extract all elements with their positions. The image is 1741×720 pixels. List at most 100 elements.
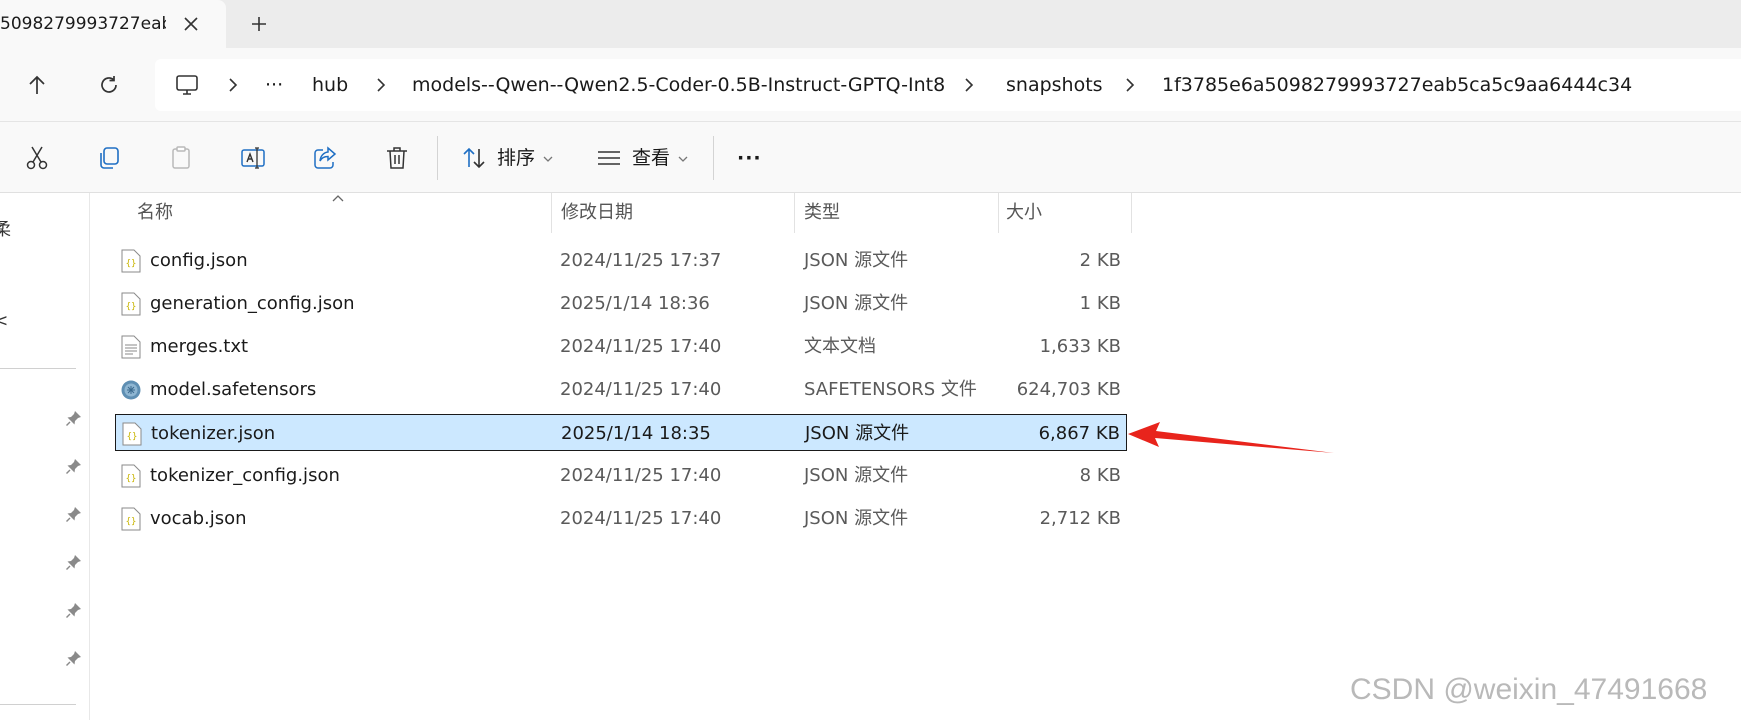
- column-header-size[interactable]: 大小: [1006, 193, 1042, 233]
- file-size: 8 KB: [1079, 465, 1121, 486]
- cut-icon[interactable]: [24, 145, 50, 171]
- file-type: JSON 源文件: [804, 293, 909, 314]
- pin-icon[interactable]: [65, 409, 83, 427]
- file-modified: 2025/1/14 18:36: [560, 293, 710, 314]
- file-type: JSON 源文件: [805, 423, 910, 444]
- share-icon[interactable]: [312, 145, 338, 171]
- json-file-icon: {}: [121, 292, 141, 316]
- file-name: config.json: [150, 250, 248, 271]
- toolbar-divider: [713, 136, 714, 180]
- rename-icon[interactable]: [240, 145, 266, 171]
- chevron-right-icon[interactable]: [1122, 77, 1138, 93]
- file-size: 6,867 KB: [1038, 423, 1120, 444]
- file-modified: 2024/11/25 17:40: [560, 379, 722, 400]
- svg-text:{}: {}: [126, 302, 137, 312]
- svg-text:{}: {}: [126, 474, 137, 484]
- column-divider[interactable]: [551, 193, 552, 233]
- delete-icon[interactable]: [384, 145, 410, 171]
- view-list-icon[interactable]: [596, 145, 622, 171]
- file-name: tokenizer.json: [151, 423, 276, 444]
- file-type: JSON 源文件: [804, 508, 909, 529]
- chevron-right-icon[interactable]: [225, 77, 241, 93]
- file-type: JSON 源文件: [804, 250, 909, 271]
- file-name: tokenizer_config.json: [150, 465, 340, 486]
- pin-icon[interactable]: [65, 505, 83, 523]
- file-name: generation_config.json: [150, 293, 355, 314]
- nav-divider: [0, 368, 76, 369]
- file-size: 1,633 KB: [1039, 336, 1121, 357]
- column-header-type[interactable]: 类型: [804, 193, 840, 233]
- svg-text:{}: {}: [126, 259, 137, 269]
- json-file-icon: {}: [121, 464, 141, 488]
- svg-text:{}: {}: [126, 517, 137, 527]
- breadcrumb-hub[interactable]: hub: [312, 73, 348, 97]
- text-file-icon: [121, 335, 141, 359]
- tab-title: 5098279993727eab5: [0, 14, 166, 34]
- sort-button[interactable]: 排序: [497, 145, 535, 171]
- column-divider[interactable]: [1131, 193, 1132, 233]
- column-divider[interactable]: [998, 193, 999, 233]
- file-modified: 2024/11/25 17:37: [560, 250, 722, 271]
- column-header-name[interactable]: 名称: [137, 193, 173, 233]
- chevron-down-icon[interactable]: [543, 156, 553, 162]
- file-name: vocab.json: [150, 508, 247, 529]
- file-type: 文本文档: [804, 336, 876, 357]
- navigation-pane: 柔 <: [0, 193, 90, 720]
- file-row[interactable]: {} tokenizer_config.json 2024/11/25 17:4…: [115, 457, 1127, 494]
- nav-item-fragment[interactable]: <: [0, 311, 8, 331]
- chevron-down-icon[interactable]: [678, 156, 688, 162]
- pin-icon[interactable]: [65, 649, 83, 667]
- column-divider[interactable]: [794, 193, 795, 233]
- svg-text:{}: {}: [127, 432, 138, 442]
- address-row: ··· hub models--Qwen--Qwen2.5-Coder-0.5B…: [0, 48, 1741, 122]
- file-modified: 2024/11/25 17:40: [560, 336, 722, 357]
- tab-bar: 5098279993727eab5: [0, 0, 1741, 48]
- file-row-selected[interactable]: {} tokenizer.json 2025/1/14 18:35 JSON 源…: [115, 414, 1127, 451]
- refresh-icon[interactable]: [98, 74, 120, 96]
- sort-icon[interactable]: [461, 145, 487, 171]
- file-row[interactable]: {} vocab.json 2024/11/25 17:40 JSON 源文件 …: [115, 500, 1127, 537]
- breadcrumb-snapshots[interactable]: snapshots: [1006, 73, 1103, 97]
- pin-icon[interactable]: [65, 553, 83, 571]
- pin-icon[interactable]: [65, 457, 83, 475]
- copy-icon[interactable]: [96, 145, 122, 171]
- breadcrumb-snapshot-hash[interactable]: 1f3785e6a5098279993727eab5ca5c9aa6444c34: [1162, 73, 1632, 97]
- file-size: 624,703 KB: [1016, 379, 1121, 400]
- breadcrumb-model-folder[interactable]: models--Qwen--Qwen2.5-Coder-0.5B-Instruc…: [412, 73, 945, 97]
- chevron-right-icon[interactable]: [373, 77, 389, 93]
- nav-divider: [0, 704, 76, 705]
- address-bar[interactable]: ··· hub models--Qwen--Qwen2.5-Coder-0.5B…: [155, 59, 1741, 111]
- file-row[interactable]: {} config.json 2024/11/25 17:37 JSON 源文件…: [115, 242, 1127, 279]
- file-size: 2,712 KB: [1039, 508, 1121, 529]
- close-icon[interactable]: [182, 15, 200, 33]
- json-file-icon: {}: [122, 422, 142, 446]
- watermark-text: CSDN @weixin_47491668: [1350, 673, 1708, 706]
- nav-item-fragment[interactable]: 柔: [0, 215, 11, 240]
- plus-icon[interactable]: [250, 15, 268, 33]
- column-header-modified[interactable]: 修改日期: [561, 193, 633, 233]
- view-button[interactable]: 查看: [632, 145, 670, 171]
- file-modified: 2025/1/14 18:35: [561, 423, 711, 444]
- file-name: merges.txt: [150, 336, 249, 357]
- active-tab[interactable]: 5098279993727eab5: [0, 0, 226, 48]
- file-type: SAFETENSORS 文件: [804, 379, 977, 400]
- file-modified: 2024/11/25 17:40: [560, 465, 722, 486]
- up-arrow-icon[interactable]: [26, 74, 48, 96]
- breadcrumb-overflow[interactable]: ···: [265, 73, 283, 97]
- more-options-button[interactable]: ···: [737, 145, 762, 171]
- pin-icon[interactable]: [65, 601, 83, 619]
- json-file-icon: {}: [121, 249, 141, 273]
- file-size: 1 KB: [1079, 293, 1121, 314]
- paste-icon: [168, 145, 194, 171]
- file-size: 2 KB: [1079, 250, 1121, 271]
- file-name: model.safetensors: [150, 379, 317, 400]
- file-row[interactable]: model.safetensors 2024/11/25 17:40 SAFET…: [115, 371, 1127, 408]
- file-row[interactable]: {} generation_config.json 2025/1/14 18:3…: [115, 285, 1127, 322]
- file-row[interactable]: merges.txt 2024/11/25 17:40 文本文档 1,633 K…: [115, 328, 1127, 365]
- command-toolbar: 排序 查看 ···: [0, 122, 1741, 193]
- computer-icon: [175, 73, 199, 97]
- red-arrow-annotation: [1126, 420, 1336, 456]
- file-type: JSON 源文件: [804, 465, 909, 486]
- chevron-right-icon[interactable]: [961, 77, 977, 93]
- json-file-icon: {}: [121, 507, 141, 531]
